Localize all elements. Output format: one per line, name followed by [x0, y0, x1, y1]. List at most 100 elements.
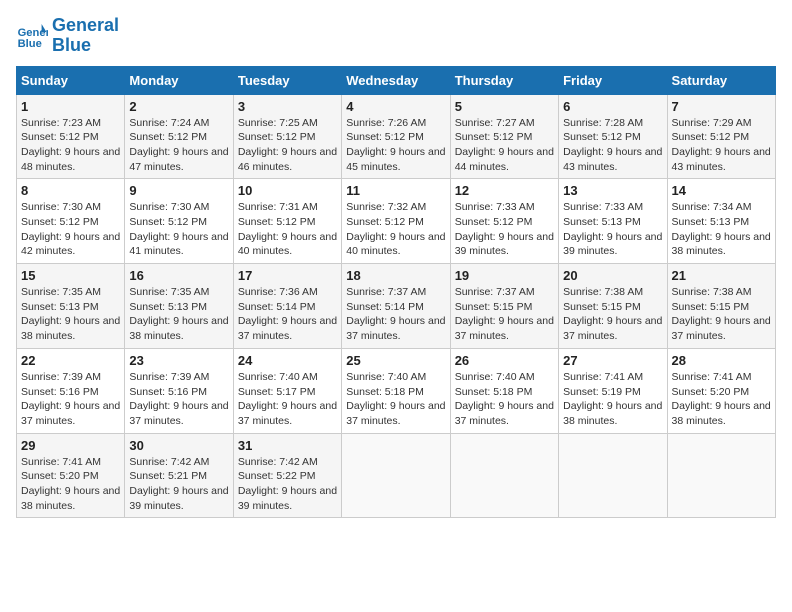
page-header: General Blue GeneralBlue — [16, 16, 776, 56]
day-number: 6 — [563, 99, 662, 114]
day-info: Sunrise: 7:40 AMSunset: 5:18 PMDaylight:… — [455, 370, 554, 429]
calendar-cell — [667, 433, 775, 518]
calendar-cell: 9Sunrise: 7:30 AMSunset: 5:12 PMDaylight… — [125, 179, 233, 264]
calendar-cell: 21 Sunrise: 7:38 AMSunset: 5:15 PMDayligh… — [667, 264, 775, 349]
calendar-cell: 27Sunrise: 7:41 AMSunset: 5:19 PMDayligh… — [559, 348, 667, 433]
day-number: 30 — [129, 438, 228, 453]
day-info: Sunrise: 7:38 AMSunset: 5:15 PMDaylight:… — [563, 285, 662, 344]
day-info: Sunrise: 7:36 AMSunset: 5:14 PMDaylight:… — [238, 285, 337, 344]
weekday-header: Saturday — [667, 66, 775, 94]
day-number: 4 — [346, 99, 445, 114]
calendar-body: 1 Sunrise: 7:23 AMSunset: 5:12 PMDaylight… — [17, 94, 776, 518]
day-number: 7 — [672, 99, 771, 114]
logo: General Blue GeneralBlue — [16, 16, 119, 56]
day-info: Sunrise: 7:35 AMSunset: 5:13 PMDaylight:… — [21, 285, 120, 344]
day-info: Sunrise: 7:33 AMSunset: 5:13 PMDaylight:… — [563, 200, 662, 259]
calendar-cell: 13 Sunrise: 7:33 AMSunset: 5:13 PMDayligh… — [559, 179, 667, 264]
calendar-week-row: 1 Sunrise: 7:23 AMSunset: 5:12 PMDaylight… — [17, 94, 776, 179]
day-info: Sunrise: 7:42 AMSunset: 5:22 PMDaylight:… — [238, 455, 337, 514]
day-number: 15 — [21, 268, 120, 283]
calendar-cell: 11 Sunrise: 7:32 AMSunset: 5:12 PMDayligh… — [342, 179, 450, 264]
calendar-cell: 18Sunrise: 7:37 AMSunset: 5:14 PMDayligh… — [342, 264, 450, 349]
day-info: Sunrise: 7:34 AMSunset: 5:13 PMDaylight:… — [672, 200, 771, 259]
day-info: Sunrise: 7:38 AMSunset: 5:15 PMDaylight:… — [672, 285, 771, 344]
day-number: 22 — [21, 353, 120, 368]
day-number: 11 — [346, 183, 445, 198]
day-info: Sunrise: 7:24 AMSunset: 5:12 PMDaylight:… — [129, 116, 228, 175]
calendar-cell — [559, 433, 667, 518]
calendar-cell: 12Sunrise: 7:33 AMSunset: 5:12 PMDayligh… — [450, 179, 558, 264]
calendar-cell: 4 Sunrise: 7:26 AMSunset: 5:12 PMDaylight… — [342, 94, 450, 179]
weekday-header: Tuesday — [233, 66, 341, 94]
calendar-cell: 24Sunrise: 7:40 AMSunset: 5:17 PMDayligh… — [233, 348, 341, 433]
day-number: 28 — [672, 353, 771, 368]
logo-text: GeneralBlue — [52, 16, 119, 56]
calendar-cell: 19Sunrise: 7:37 AMSunset: 5:15 PMDayligh… — [450, 264, 558, 349]
day-info: Sunrise: 7:40 AMSunset: 5:18 PMDaylight:… — [346, 370, 445, 429]
day-info: Sunrise: 7:39 AMSunset: 5:16 PMDaylight:… — [129, 370, 228, 429]
calendar-cell: 5 Sunrise: 7:27 AMSunset: 5:12 PMDaylight… — [450, 94, 558, 179]
day-number: 16 — [129, 268, 228, 283]
day-number: 20 — [563, 268, 662, 283]
weekday-header: Thursday — [450, 66, 558, 94]
day-number: 29 — [21, 438, 120, 453]
day-info: Sunrise: 7:28 AMSunset: 5:12 PMDaylight:… — [563, 116, 662, 175]
calendar-cell: 6 Sunrise: 7:28 AMSunset: 5:12 PMDaylight… — [559, 94, 667, 179]
calendar-cell: 7 Sunrise: 7:29 AMSunset: 5:12 PMDaylight… — [667, 94, 775, 179]
day-number: 13 — [563, 183, 662, 198]
calendar-cell: 22 Sunrise: 7:39 AMSunset: 5:16 PMDayligh… — [17, 348, 125, 433]
day-number: 2 — [129, 99, 228, 114]
calendar-cell — [450, 433, 558, 518]
weekday-header: Wednesday — [342, 66, 450, 94]
day-number: 17 — [238, 268, 337, 283]
calendar-cell: 2 Sunrise: 7:24 AMSunset: 5:12 PMDaylight… — [125, 94, 233, 179]
calendar-cell: 3Sunrise: 7:25 AMSunset: 5:12 PMDaylight… — [233, 94, 341, 179]
calendar-cell: 29 Sunrise: 7:41 AMSunset: 5:20 PMDayligh… — [17, 433, 125, 518]
day-info: Sunrise: 7:35 AMSunset: 5:13 PMDaylight:… — [129, 285, 228, 344]
day-info: Sunrise: 7:41 AMSunset: 5:20 PMDaylight:… — [21, 455, 120, 514]
weekday-header: Friday — [559, 66, 667, 94]
calendar-header-row: SundayMondayTuesdayWednesdayThursdayFrid… — [17, 66, 776, 94]
weekday-header: Sunday — [17, 66, 125, 94]
weekday-header: Monday — [125, 66, 233, 94]
calendar-cell: 14Sunrise: 7:34 AMSunset: 5:13 PMDayligh… — [667, 179, 775, 264]
logo-icon: General Blue — [16, 20, 48, 52]
day-info: Sunrise: 7:27 AMSunset: 5:12 PMDaylight:… — [455, 116, 554, 175]
day-number: 26 — [455, 353, 554, 368]
calendar-cell: 15 Sunrise: 7:35 AMSunset: 5:13 PMDayligh… — [17, 264, 125, 349]
calendar-cell: 25 Sunrise: 7:40 AMSunset: 5:18 PMDayligh… — [342, 348, 450, 433]
day-info: Sunrise: 7:39 AMSunset: 5:16 PMDaylight:… — [21, 370, 120, 429]
day-number: 21 — [672, 268, 771, 283]
day-number: 1 — [21, 99, 120, 114]
calendar-cell — [342, 433, 450, 518]
day-info: Sunrise: 7:23 AMSunset: 5:12 PMDaylight:… — [21, 116, 120, 175]
calendar-cell: 16 Sunrise: 7:35 AMSunset: 5:13 PMDayligh… — [125, 264, 233, 349]
calendar-cell: 17 Sunrise: 7:36 AMSunset: 5:14 PMDayligh… — [233, 264, 341, 349]
day-number: 27 — [563, 353, 662, 368]
day-info: Sunrise: 7:30 AMSunset: 5:12 PMDaylight:… — [21, 200, 120, 259]
day-info: Sunrise: 7:32 AMSunset: 5:12 PMDaylight:… — [346, 200, 445, 259]
svg-text:Blue: Blue — [18, 38, 42, 50]
calendar-cell: 20 Sunrise: 7:38 AMSunset: 5:15 PMDayligh… — [559, 264, 667, 349]
calendar-week-row: 29 Sunrise: 7:41 AMSunset: 5:20 PMDayligh… — [17, 433, 776, 518]
day-info: Sunrise: 7:42 AMSunset: 5:21 PMDaylight:… — [129, 455, 228, 514]
day-number: 18 — [346, 268, 445, 283]
day-number: 23 — [129, 353, 228, 368]
calendar-cell: 1 Sunrise: 7:23 AMSunset: 5:12 PMDaylight… — [17, 94, 125, 179]
day-number: 5 — [455, 99, 554, 114]
calendar-week-row: 15 Sunrise: 7:35 AMSunset: 5:13 PMDayligh… — [17, 264, 776, 349]
day-info: Sunrise: 7:29 AMSunset: 5:12 PMDaylight:… — [672, 116, 771, 175]
day-info: Sunrise: 7:26 AMSunset: 5:12 PMDaylight:… — [346, 116, 445, 175]
day-info: Sunrise: 7:41 AMSunset: 5:20 PMDaylight:… — [672, 370, 771, 429]
calendar-cell: 10Sunrise: 7:31 AMSunset: 5:12 PMDayligh… — [233, 179, 341, 264]
day-number: 19 — [455, 268, 554, 283]
day-number: 25 — [346, 353, 445, 368]
day-info: Sunrise: 7:33 AMSunset: 5:12 PMDaylight:… — [455, 200, 554, 259]
calendar-cell: 31Sunrise: 7:42 AMSunset: 5:22 PMDayligh… — [233, 433, 341, 518]
day-info: Sunrise: 7:40 AMSunset: 5:17 PMDaylight:… — [238, 370, 337, 429]
day-number: 3 — [238, 99, 337, 114]
calendar-week-row: 8 Sunrise: 7:30 AMSunset: 5:12 PMDaylight… — [17, 179, 776, 264]
day-info: Sunrise: 7:30 AMSunset: 5:12 PMDaylight:… — [129, 200, 228, 259]
day-number: 8 — [21, 183, 120, 198]
calendar-table: SundayMondayTuesdayWednesdayThursdayFrid… — [16, 66, 776, 519]
